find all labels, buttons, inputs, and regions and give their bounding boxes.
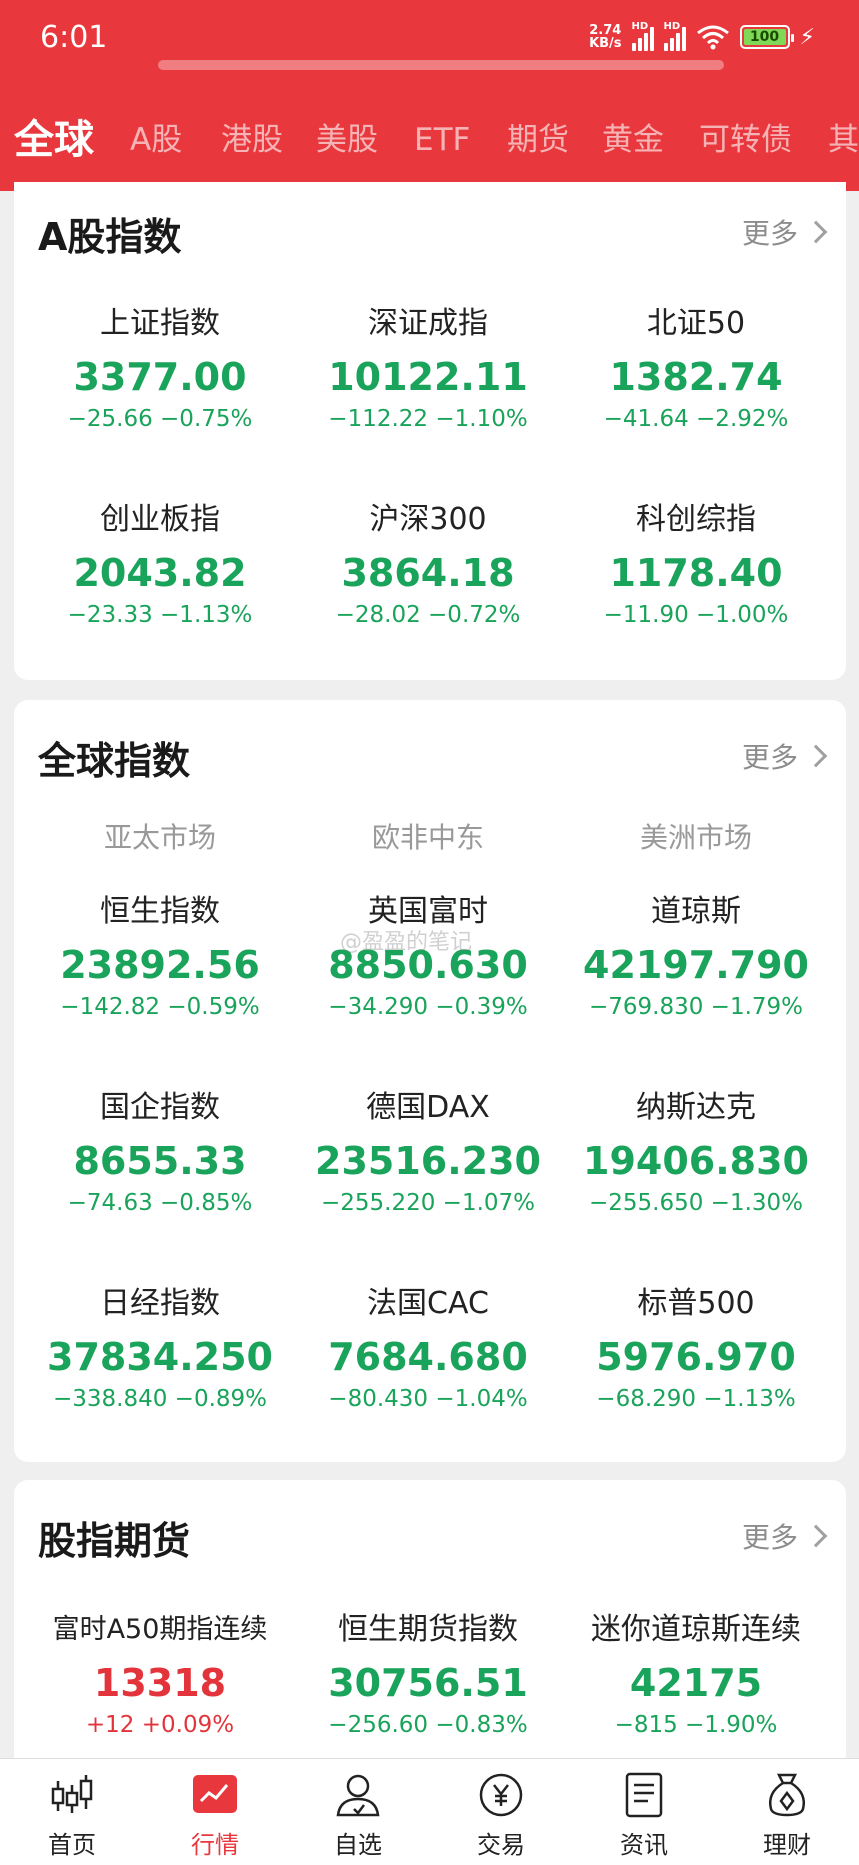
charging-icon: ⚡ [799,24,815,50]
money-bag-icon [769,1773,805,1817]
index-quote[interactable]: 英国富时 8850.630 −34.290 −0.39% [294,892,562,1022]
more-link[interactable]: 更多 [742,736,828,776]
tab-gold[interactable]: 黄金 [602,112,664,168]
more-link[interactable]: 更多 [742,212,828,252]
nav-wealth[interactable]: 理财 [727,1769,847,1860]
user-watchlist-icon [336,1774,380,1817]
tab-a-share[interactable]: A股 [130,112,182,168]
signal-icon: HD [663,21,686,51]
net-speed: 2.74 KB/s [589,23,622,51]
index-quote[interactable]: 标普500 5976.970 −68.290 −1.13% [562,1284,830,1414]
tab-us-stock[interactable]: 美股 [316,112,378,168]
market-chart-icon [193,1775,237,1813]
index-quote[interactable]: 法国CAC 7684.680 −80.430 −1.04% [294,1284,562,1414]
battery-icon: 100 [739,25,794,49]
candlestick-icon [51,1775,93,1813]
index-quote[interactable]: 日经指数 37834.250 −338.840 −0.89% [26,1284,294,1414]
index-quote[interactable]: 纳斯达克 19406.830 −255.650 −1.30% [562,1088,830,1218]
chevron-right-icon [804,1524,828,1548]
tab-global[interactable]: 全球 [14,112,94,168]
index-quote[interactable]: 道琼斯 42197.790 −769.830 −1.79% [562,892,830,1022]
index-quote[interactable]: 国企指数 8655.33 −74.63 −0.85% [26,1088,294,1218]
index-quote[interactable]: 深证成指 10122.11 −112.22 −1.10% [294,304,562,434]
region-asia-pacific: 亚太市场 [103,821,216,854]
index-quote[interactable]: 北证50 1382.74 −41.64 −2.92% [562,304,830,434]
wifi-icon [696,25,729,50]
yuan-coin-icon [479,1773,523,1817]
global-index-card: 全球指数 更多 亚太市场 欧非中东 美洲市场 恒生指数 23892.56 −14… [14,700,846,1462]
status-bar: 6:01 2.74 KB/s HD HD 100 ⚡ [0,0,859,72]
index-quote[interactable]: 创业板指 2043.82 −23.33 −1.13% [26,500,294,630]
tab-futures[interactable]: 期货 [507,112,569,168]
tab-hk-stock[interactable]: 港股 [221,112,283,168]
futures-quote[interactable]: 迷你道琼斯连续 42175 −815 −1.90% [562,1610,830,1740]
index-quote[interactable]: 恒生指数 23892.56 −142.82 −0.59% [26,892,294,1022]
card-title: 全球指数 [38,739,191,783]
tab-other[interactable]: 其 [828,112,859,168]
futures-quote[interactable]: 恒生期货指数 30756.51 −256.60 −0.83% [294,1610,562,1740]
index-futures-card: 股指期货 更多 富时A50期指连续 13318 +12 +0.09% 恒生期货指… [14,1480,846,1770]
a-share-index-card: A股指数 更多 上证指数 3377.00 −25.66 −0.75% 深证成指 … [14,182,846,680]
watermark: @盈盈的笔记 [340,930,473,955]
nav-trade[interactable]: 交易 [441,1769,561,1860]
bottom-nav: 首页 行情 自选 交易 资讯 理财 [0,1758,859,1865]
status-time: 6:01 [40,20,108,55]
tab-convertible-bond[interactable]: 可转债 [699,112,792,168]
chevron-right-icon [804,744,828,768]
status-icons: 2.74 KB/s HD HD 100 ⚡ [589,21,815,52]
chevron-right-icon [804,220,828,244]
index-quote[interactable]: 沪深300 3864.18 −28.02 −0.72% [294,500,562,630]
card-title: A股指数 [38,215,182,259]
index-quote[interactable]: 科创综指 1178.40 −11.90 −1.00% [562,500,830,630]
news-doc-icon [625,1772,663,1818]
index-quote[interactable]: 德国DAX 23516.230 −255.220 −1.07% [294,1088,562,1218]
card-title: 股指期货 [38,1519,191,1563]
region-emea: 欧非中东 [371,821,484,854]
tab-etf[interactable]: ETF [414,112,470,168]
region-americas: 美洲市场 [639,821,752,854]
signal-icon: HD [631,21,654,51]
nav-news[interactable]: 资讯 [584,1769,704,1860]
futures-quote[interactable]: 富时A50期指连续 13318 +12 +0.09% [26,1610,294,1740]
nav-home[interactable]: 首页 [12,1769,132,1860]
more-link[interactable]: 更多 [742,1516,828,1556]
header-handle [158,60,724,70]
nav-market[interactable]: 行情 [155,1769,275,1860]
market-tabs: 全球 A股 港股 美股 ETF 期货 黄金 可转债 其 [0,112,859,172]
app-header: 6:01 2.74 KB/s HD HD 100 ⚡ 全球 A股 港股 美股 E… [0,0,859,191]
index-quote[interactable]: 上证指数 3377.00 −25.66 −0.75% [26,304,294,434]
nav-watchlist[interactable]: 自选 [298,1769,418,1860]
